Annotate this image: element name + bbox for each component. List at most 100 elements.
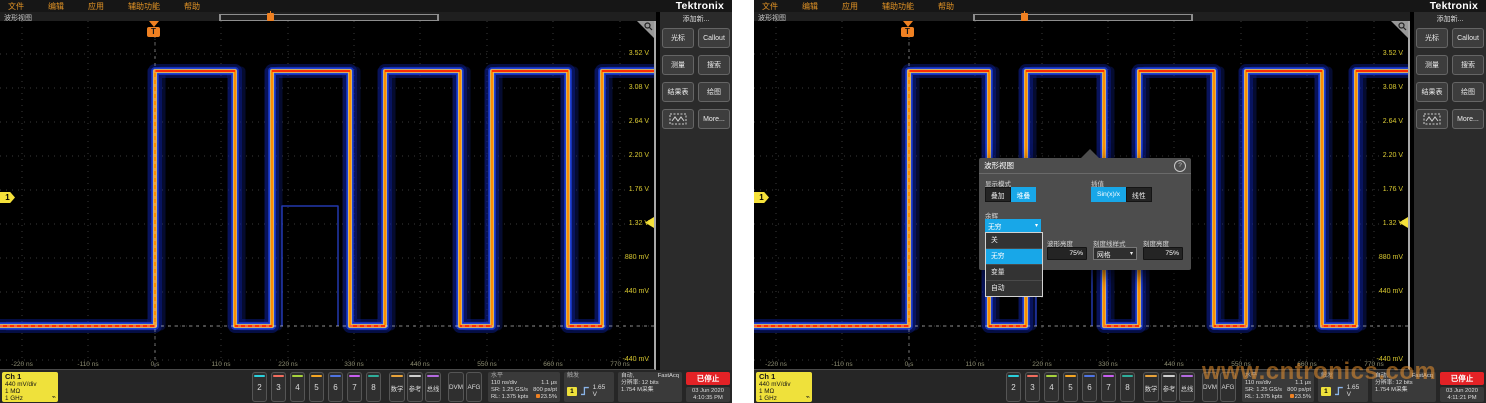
- sample-rate: SR: 1.25 GS/s: [1245, 387, 1282, 394]
- menu-applications[interactable]: 应用: [842, 1, 858, 12]
- option-off[interactable]: 关: [986, 233, 1042, 248]
- cursors-button[interactable]: 光标: [662, 28, 694, 48]
- waveform-plot: T 1 3.52 V 3.08 V 2.64 V 2.20 V 1.76 V 1…: [0, 21, 656, 370]
- channel3-button[interactable]: 3: [271, 372, 286, 402]
- linear-toggle[interactable]: 线性: [1126, 187, 1152, 202]
- results-table-button[interactable]: 结果表: [1416, 82, 1448, 102]
- menu-help[interactable]: 帮助: [184, 1, 200, 12]
- view-tab-strip: 波形视图: [0, 12, 656, 21]
- afg-button[interactable]: AFG: [1220, 372, 1236, 402]
- acq-mode: 自动,: [621, 373, 634, 380]
- channel1-bandwidth: 1 GHz: [759, 395, 809, 402]
- graticule-style-dropdown[interactable]: 网格▾: [1093, 247, 1137, 260]
- trigger-badge[interactable]: 触发 1 1.65 V: [564, 372, 614, 402]
- option-infinite[interactable]: 无穷: [986, 248, 1042, 264]
- view-tab-strip: 波形视图: [754, 12, 1410, 21]
- bus-button[interactable]: 总线: [1179, 372, 1195, 402]
- overlay-toggle[interactable]: 叠加: [985, 187, 1011, 202]
- memory-pct: 23.5%: [536, 394, 557, 401]
- menu-file[interactable]: 文件: [8, 1, 24, 12]
- math-color-stripe: [391, 375, 403, 377]
- more-button[interactable]: More...: [1452, 109, 1484, 129]
- cursors-button[interactable]: 光标: [1416, 28, 1448, 48]
- measure-button[interactable]: 测量: [1416, 55, 1448, 75]
- channel6-button[interactable]: 6: [1082, 372, 1097, 402]
- overview-trigger-position-marker[interactable]: [1021, 13, 1028, 21]
- afg-button[interactable]: AFG: [466, 372, 482, 402]
- t-axis-label: -220 ns: [765, 361, 787, 368]
- add-new-label: 添加新...: [660, 12, 732, 28]
- acquisition-badge[interactable]: 自动,FastAcq 分辨率: 12 bits 1.754 M采集: [618, 372, 682, 402]
- help-icon[interactable]: ?: [1174, 160, 1186, 172]
- channel4-button[interactable]: 4: [290, 372, 305, 402]
- channel2-label: 2: [253, 383, 266, 392]
- dvm-button[interactable]: DVM: [1202, 372, 1218, 402]
- menu-file[interactable]: 文件: [762, 1, 778, 12]
- zoom-box-button[interactable]: [662, 109, 694, 129]
- channel8-label: 8: [1121, 383, 1134, 392]
- afg-label: AFG: [1221, 384, 1235, 391]
- channel7-button[interactable]: 7: [347, 372, 362, 402]
- math-button[interactable]: 数学: [389, 372, 405, 402]
- menu-edit[interactable]: 编辑: [48, 1, 64, 12]
- more-button[interactable]: More...: [698, 109, 730, 129]
- channel3-label: 3: [1026, 383, 1039, 392]
- ref-button[interactable]: 参考: [1161, 372, 1177, 402]
- menu-edit[interactable]: 编辑: [802, 1, 818, 12]
- results-table-button[interactable]: 结果表: [662, 82, 694, 102]
- callout-button[interactable]: Callout: [1452, 28, 1484, 48]
- plot-button[interactable]: 绘图: [1452, 82, 1484, 102]
- menu-applications[interactable]: 应用: [88, 1, 104, 12]
- channel8-button[interactable]: 8: [366, 372, 381, 402]
- measure-button[interactable]: 测量: [662, 55, 694, 75]
- channel2-button[interactable]: 2: [252, 372, 267, 402]
- option-variable[interactable]: 变量: [986, 264, 1042, 280]
- channel2-button[interactable]: 2: [1006, 372, 1021, 402]
- menu-utility[interactable]: 辅助功能: [128, 1, 160, 12]
- t-axis-label: 770 ns: [610, 361, 630, 368]
- plot-button[interactable]: 绘图: [698, 82, 730, 102]
- channel1-badge[interactable]: Ch 1 440 mV/div 1 MΩ 1 GHz ⌁: [2, 372, 58, 402]
- ref-button[interactable]: 参考: [407, 372, 423, 402]
- horizontal-badge[interactable]: 水平 110 ns/div1.1 μs SR: 1.25 GS/s800 ps/…: [488, 372, 560, 402]
- channel3-button[interactable]: 3: [1025, 372, 1040, 402]
- horizontal-badge[interactable]: 水平 110 ns/div1.1 μs SR: 1.25 GS/s800 ps/…: [1242, 372, 1314, 402]
- acquisition-overview-bar[interactable]: [219, 14, 439, 21]
- channel5-button[interactable]: 5: [309, 372, 324, 402]
- option-auto[interactable]: 自动: [986, 280, 1042, 296]
- waveform-intensity-field[interactable]: 75%: [1047, 247, 1087, 260]
- acq-count: 1.754 M采集: [621, 387, 654, 394]
- stopped-button[interactable]: 已停止: [686, 372, 730, 385]
- trigger-position-flag[interactable]: T: [147, 21, 160, 37]
- channel6-button[interactable]: 6: [328, 372, 343, 402]
- zoom-box-button[interactable]: [1416, 109, 1448, 129]
- bus-button[interactable]: 总线: [425, 372, 441, 402]
- acquisition-overview-bar[interactable]: [973, 14, 1193, 21]
- t-axis-label: 550 ns: [1231, 361, 1251, 368]
- math-button[interactable]: 数学: [1143, 372, 1159, 402]
- overview-trigger-position-marker[interactable]: [267, 13, 274, 21]
- t-axis-label: 770 ns: [1364, 361, 1384, 368]
- channel4-button[interactable]: 4: [1044, 372, 1059, 402]
- stopped-button[interactable]: 已停止: [1440, 372, 1484, 385]
- acquisition-badge[interactable]: 自动,FastAcq 分辨率: 12 bits 1.754 M采集: [1372, 372, 1436, 402]
- stacked-toggle[interactable]: 堆叠: [1011, 187, 1037, 202]
- persistence-dropdown[interactable]: 无穷▾: [985, 219, 1041, 232]
- dvm-button[interactable]: DVM: [448, 372, 464, 402]
- sinx-toggle[interactable]: Sin(x)/x: [1091, 187, 1126, 202]
- callout-button[interactable]: Callout: [698, 28, 730, 48]
- menu-help[interactable]: 帮助: [938, 1, 954, 12]
- trigger-badge[interactable]: 触发 1 1.65 V: [1318, 372, 1368, 402]
- channel8-button[interactable]: 8: [1120, 372, 1135, 402]
- channel7-button[interactable]: 7: [1101, 372, 1116, 402]
- search-button[interactable]: 搜索: [1452, 55, 1484, 75]
- persistence-waveform: [0, 21, 654, 369]
- rising-edge-icon: [1334, 386, 1344, 396]
- search-button[interactable]: 搜索: [698, 55, 730, 75]
- channel5-button[interactable]: 5: [1063, 372, 1078, 402]
- horizontal-window: 1.1 μs: [1295, 380, 1311, 387]
- trigger-position-flag[interactable]: T: [901, 21, 914, 37]
- menu-utility[interactable]: 辅助功能: [882, 1, 914, 12]
- graticule-intensity-field[interactable]: 75%: [1143, 247, 1183, 260]
- channel1-badge[interactable]: Ch 1 440 mV/div 1 MΩ 1 GHz ⌁: [756, 372, 812, 402]
